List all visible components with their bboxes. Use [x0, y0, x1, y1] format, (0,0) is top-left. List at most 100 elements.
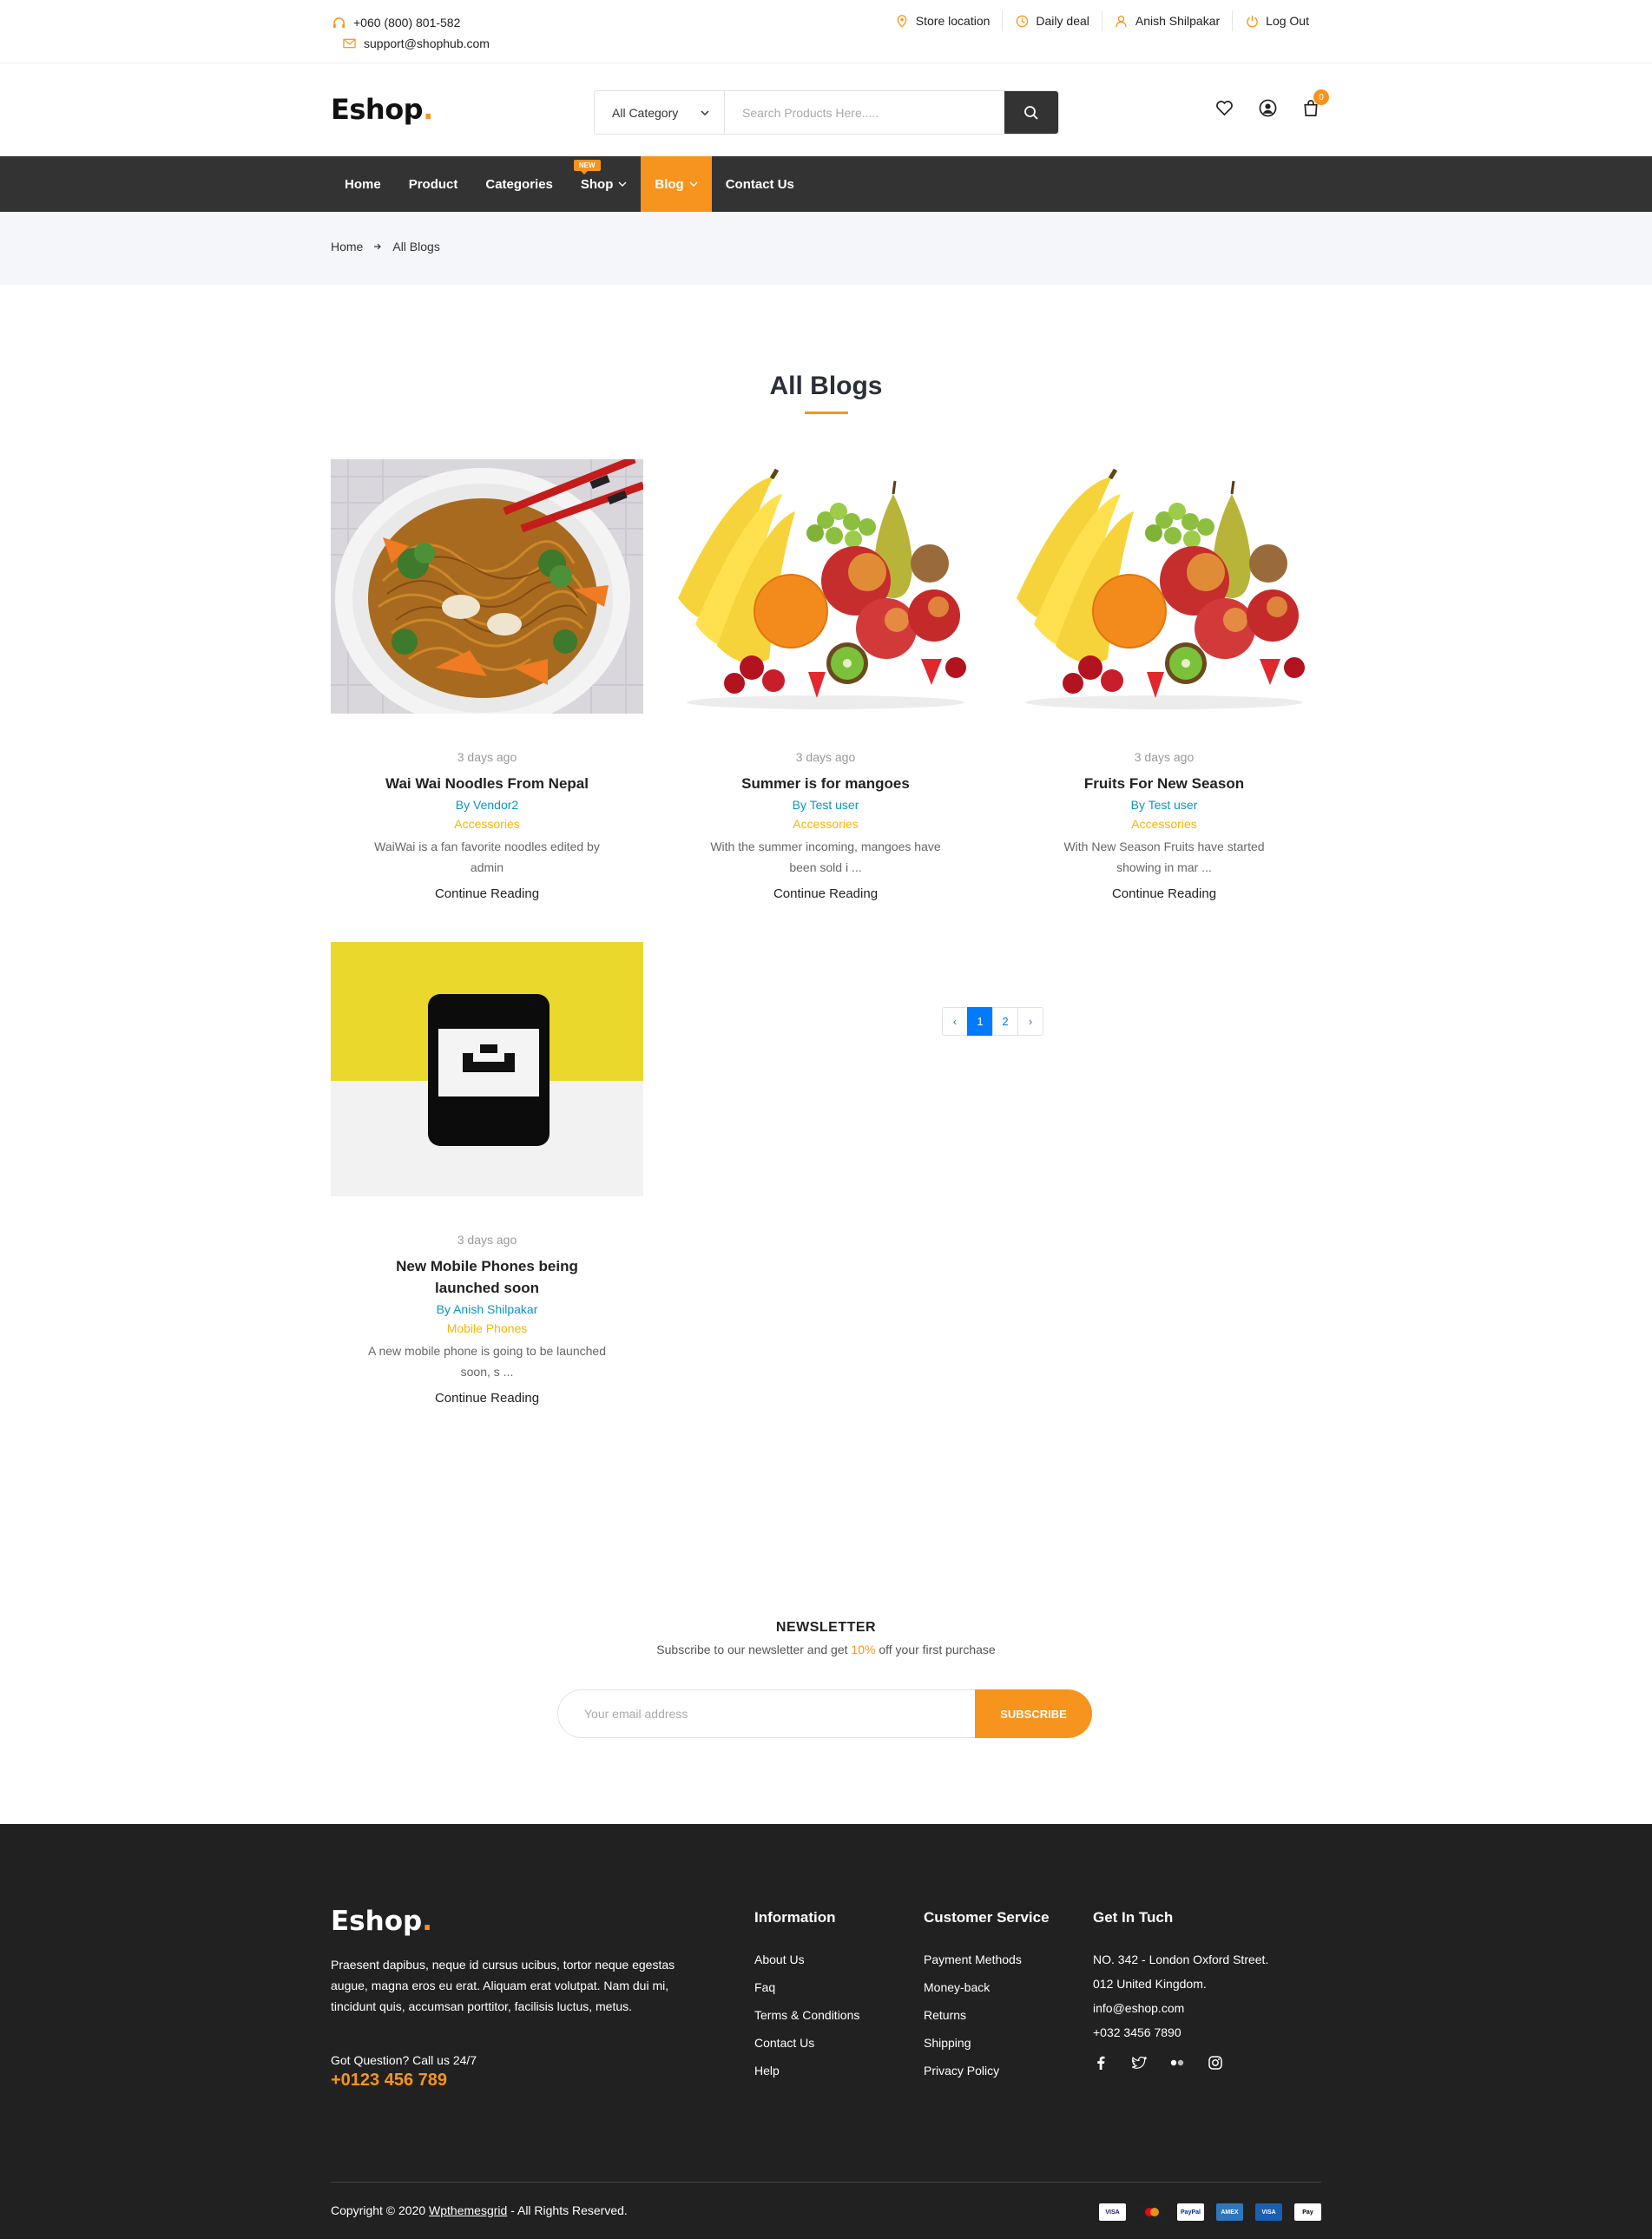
flickr-icon[interactable] [1169, 2055, 1185, 2071]
blog-thumbnail-fruits[interactable] [1008, 459, 1320, 714]
nav-item-product[interactable]: Product [395, 156, 472, 212]
location-pin-icon [895, 14, 909, 28]
twitter-icon[interactable] [1131, 2055, 1147, 2071]
newsletter-discount: 10% [851, 1643, 876, 1656]
footer-link[interactable]: Money-back [924, 1980, 990, 1994]
post-title[interactable]: New Mobile Phones being launched soon [396, 1258, 578, 1296]
newsletter-text-after: off your first purchase [875, 1643, 996, 1656]
footer-contact-phone[interactable]: +032 3456 7890 [1093, 2025, 1181, 2039]
post-title[interactable]: Fruits For New Season [1084, 775, 1244, 792]
payment-label: VISA [1105, 2209, 1120, 2216]
footer-customer-service-title: Customer Service [924, 1909, 1050, 1926]
nav-label: Blog [655, 176, 684, 192]
post-excerpt: With the summer incoming, mangoes have b… [710, 840, 941, 874]
footer-information-title: Information [754, 1909, 836, 1926]
footer-link[interactable]: Payment Methods [924, 1953, 1022, 1966]
account-link[interactable]: Anish Shilpakar [1101, 10, 1232, 31]
account-button[interactable] [1257, 97, 1278, 118]
continue-reading-link[interactable]: Continue Reading [435, 1391, 539, 1406]
chevron-down-icon [701, 109, 709, 115]
nav-item-shop[interactable]: NEW Shop [567, 156, 642, 212]
facebook-icon[interactable] [1093, 2055, 1109, 2071]
logout-link[interactable]: Log Out [1232, 10, 1321, 31]
breadcrumb-home[interactable]: Home [331, 240, 363, 254]
wishlist-button[interactable] [1214, 97, 1234, 118]
search-icon [1024, 105, 1038, 120]
post-title[interactable]: Wai Wai Noodles From Nepal [385, 775, 589, 792]
search-bar: All Category [594, 90, 1059, 135]
fruits-image [1008, 459, 1320, 714]
post-title[interactable]: Summer is for mangoes [741, 775, 910, 792]
post-category[interactable]: Accessories [669, 817, 982, 831]
footer-link[interactable]: Shipping [924, 2036, 971, 2050]
nav-item-categories[interactable]: Categories [471, 156, 567, 212]
top-phone[interactable]: +060 (800) 801-582 [331, 12, 490, 33]
footer-link[interactable]: Faq [754, 1980, 775, 1994]
chevron-down-icon [689, 181, 698, 187]
footer-link[interactable]: Terms & Conditions [754, 2008, 859, 2022]
top-email[interactable]: support@shophub.com [341, 33, 490, 54]
footer-phone[interactable]: +0123 456 789 [331, 2071, 447, 2091]
cart-button[interactable]: 0 [1300, 89, 1329, 118]
chevron-down-icon [618, 181, 627, 187]
site-logo[interactable]: Eshop. [331, 93, 433, 126]
paypal-icon: PayPal [1177, 2203, 1204, 2221]
newsletter-form: SUBSCRIBE [557, 1689, 1092, 1738]
phone-image [331, 942, 643, 1196]
power-icon [1245, 14, 1259, 28]
nav-item-blog[interactable]: Blog [641, 156, 712, 212]
footer-link[interactable]: About Us [754, 1953, 805, 1966]
pagination-prev[interactable]: ‹ [942, 1007, 968, 1036]
nav-label: Product [408, 176, 458, 192]
footer-link[interactable]: Privacy Policy [924, 2064, 999, 2078]
noodles-image [331, 459, 643, 714]
daily-deal-link[interactable]: Daily deal [1002, 10, 1101, 31]
continue-reading-link[interactable]: Continue Reading [773, 886, 878, 901]
nav-item-home[interactable]: Home [331, 156, 395, 212]
post-date: 3 days ago [457, 1233, 517, 1247]
post-date: 3 days ago [457, 750, 517, 764]
mail-icon [341, 36, 357, 51]
post-author[interactable]: By Anish Shilpakar [331, 1302, 643, 1316]
search-input[interactable] [725, 91, 1004, 134]
newsletter-email-input[interactable] [557, 1689, 975, 1738]
footer-address-line: NO. 342 - London Oxford Street. [1093, 1953, 1269, 1966]
footer-email[interactable]: info@eshop.com [1093, 2001, 1184, 2015]
nav-item-contact[interactable]: Contact Us [712, 156, 808, 212]
footer: Eshop. Praesent dapibus, neque id cursus… [0, 1824, 1652, 2239]
footer-link[interactable]: Help [754, 2064, 780, 2078]
footer-logo[interactable]: Eshop. [331, 1906, 432, 1937]
post-author[interactable]: By Vendor2 [331, 798, 643, 812]
payment-label: Pay [1302, 2209, 1313, 2216]
post-category[interactable]: Mobile Phones [331, 1321, 643, 1335]
post-author[interactable]: By Test user [1008, 798, 1320, 812]
blog-thumbnail-phone[interactable] [331, 942, 643, 1196]
pagination-page-2[interactable]: 2 [992, 1007, 1018, 1036]
post-category[interactable]: Accessories [331, 817, 643, 831]
page-title-block: All Blogs [0, 372, 1652, 414]
post-author[interactable]: By Test user [669, 798, 982, 812]
pagination-page-1[interactable]: 1 [967, 1007, 993, 1036]
post-category[interactable]: Accessories [1008, 817, 1320, 831]
footer-information: Information About Us Faq Terms & Conditi… [754, 1909, 859, 2090]
footer-divider [331, 2182, 1321, 2183]
copyright-link[interactable]: Wpthemesgrid [429, 2203, 507, 2217]
instagram-icon[interactable] [1208, 2055, 1223, 2071]
top-email-text: support@shophub.com [364, 36, 490, 50]
pagination-next[interactable]: › [1017, 1007, 1043, 1036]
post-date: 3 days ago [1134, 750, 1195, 764]
blog-thumbnail-noodles[interactable] [331, 459, 643, 714]
continue-reading-link[interactable]: Continue Reading [1112, 886, 1216, 901]
new-badge: NEW [573, 160, 601, 175]
subscribe-button[interactable]: SUBSCRIBE [975, 1689, 1092, 1738]
continue-reading-link[interactable]: Continue Reading [435, 886, 539, 901]
category-select[interactable]: All Category [595, 91, 725, 134]
blog-thumbnail-fruits[interactable] [669, 459, 982, 714]
footer-link[interactable]: Returns [924, 2008, 966, 2022]
account-label: Anish Shilpakar [1135, 14, 1221, 28]
footer-customer-service: Customer Service Payment Methods Money-b… [924, 1909, 1050, 2090]
footer-address-line: 012 United Kingdom. [1093, 1977, 1207, 1991]
footer-link[interactable]: Contact Us [754, 2036, 814, 2050]
store-location-link[interactable]: Store location [883, 10, 1003, 31]
search-button[interactable] [1004, 91, 1058, 134]
